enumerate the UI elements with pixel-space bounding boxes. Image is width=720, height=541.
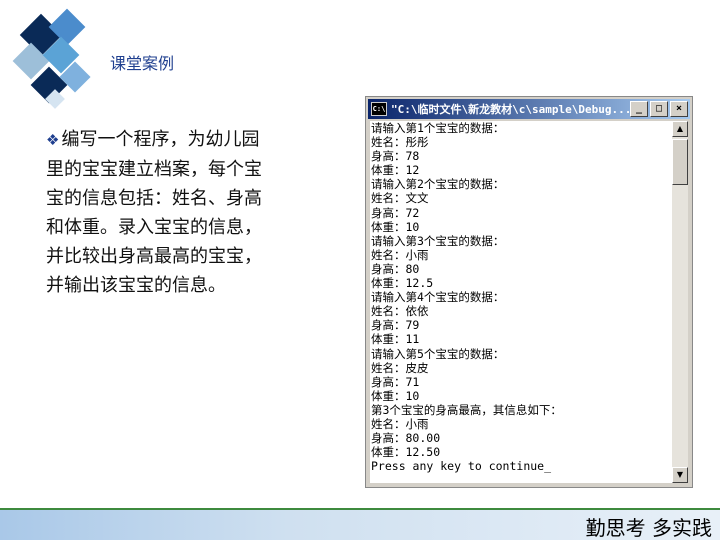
console-line: 姓名：文文 xyxy=(371,191,429,206)
console-line: 身高：80.00 xyxy=(371,431,441,446)
console-titlebar[interactable]: C:\ "C:\临时文件\新龙教材\c\sample\Debug... _ □ … xyxy=(368,99,690,119)
close-button[interactable]: × xyxy=(670,101,688,117)
diamond-bullet-icon: ❖ xyxy=(46,131,60,149)
body-line: 并比较出身高最高的宝宝， xyxy=(46,246,262,267)
console-line: 请输入第2个宝宝的数据： xyxy=(371,177,505,192)
scroll-thumb[interactable] xyxy=(672,139,688,185)
footer-motto: 勤思考 多实践 xyxy=(585,516,712,540)
console-line: 姓名：依依 xyxy=(371,304,429,319)
console-output[interactable]: 请输入第1个宝宝的数据： 姓名：彤彤 身高：78 体重：12 请输入第2个宝宝的数据：姓… xyxy=(370,121,675,483)
console-line: 体重：10 xyxy=(371,388,420,403)
console-line: 体重：10 xyxy=(371,219,420,234)
console-line: 姓名：小雨 xyxy=(371,416,429,431)
console-line: 身高：78 xyxy=(371,149,420,164)
console-line: 请输入第3个宝宝的数据： xyxy=(371,233,505,248)
console-line: 身高：72 xyxy=(371,205,420,220)
logo xyxy=(12,8,104,114)
console-line: 姓名：小雨 xyxy=(371,247,429,262)
body-line: ❖ 编写一个程序，为幼儿园 xyxy=(46,129,260,150)
slide-title: 课堂案例 xyxy=(110,54,175,73)
body-line: 宝的信息包括：姓名、身高 xyxy=(46,188,262,209)
console-line: 体重：12.50 xyxy=(371,445,441,460)
body-line: 和体重。录入宝宝的信息， xyxy=(46,217,262,238)
console-title: "C:\临时文件\新龙教材\c\sample\Debug... xyxy=(391,103,630,116)
console-line: 请输入第4个宝宝的数据： xyxy=(371,290,505,305)
console-line: 姓名：彤彤 xyxy=(371,135,429,150)
body-line: 里的宝宝建立档案，每个宝 xyxy=(46,159,262,180)
maximize-button[interactable]: □ xyxy=(650,101,668,117)
vertical-scrollbar[interactable]: ▲ ▼ xyxy=(672,121,688,483)
console-app-icon: C:\ xyxy=(371,102,387,116)
scroll-down-icon[interactable]: ▼ xyxy=(672,467,688,483)
body-text: ❖ 编写一个程序，为幼儿园 里的宝宝建立档案，每个宝 宝的信息包括：姓名、身高 和… xyxy=(46,125,346,300)
console-line: 姓名：皮皮 xyxy=(371,360,429,375)
console-line: 第3个宝宝的身高最高，其信息如下： xyxy=(371,402,562,417)
console-line: 体重：11 xyxy=(371,332,420,347)
console-line: 体重：12 xyxy=(371,163,420,178)
body-line: 并输出该宝宝的信息。 xyxy=(46,275,226,296)
console-line: 请输入第5个宝宝的数据： xyxy=(371,346,505,361)
console-line: 体重：12.5 xyxy=(371,276,434,291)
minimize-button[interactable]: _ xyxy=(630,101,648,117)
console-line: Press any key to continue_ xyxy=(371,459,552,474)
console-line: 请输入第1个宝宝的数据： xyxy=(371,121,505,135)
console-line: 身高：79 xyxy=(371,318,420,333)
console-line: 身高：80 xyxy=(371,261,420,276)
console-line: 身高：71 xyxy=(371,374,420,389)
console-window: C:\ "C:\临时文件\新龙教材\c\sample\Debug... _ □ … xyxy=(365,96,693,488)
scroll-up-icon[interactable]: ▲ xyxy=(672,121,688,137)
